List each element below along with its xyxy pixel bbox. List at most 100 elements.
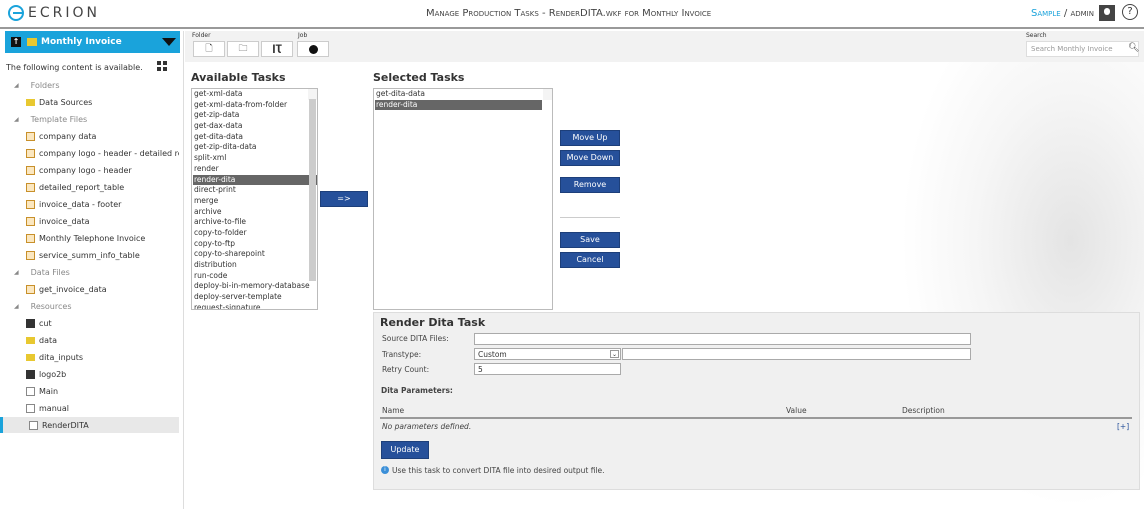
sidebar-item[interactable]: company logo - header (0, 162, 179, 178)
col-name: Name (382, 406, 405, 415)
save-button[interactable]: Save (560, 232, 620, 248)
sidebar-item[interactable]: Monthly Telephone Invoice (0, 230, 179, 246)
sidebar-item[interactable]: cut (0, 315, 179, 331)
task-option[interactable]: get-zip-data (193, 110, 317, 121)
collapse-icon[interactable]: ◢ (14, 82, 19, 89)
sidebar-item[interactable]: data (0, 332, 179, 348)
sidebar-item-label: logo2b (39, 369, 67, 379)
task-option[interactable]: distribution (193, 260, 317, 271)
update-button[interactable]: Update (381, 441, 429, 459)
sidebar-item-label: Monthly Telephone Invoice (39, 233, 146, 243)
add-param-link[interactable]: [+] (1117, 422, 1129, 431)
scrollbar[interactable] (543, 89, 552, 100)
task-option[interactable]: get-zip-dita-data (193, 142, 317, 153)
img-icon (26, 318, 35, 328)
sidebar-item-label: Main (39, 386, 59, 396)
sidebar-item[interactable]: invoice_data - footer (0, 196, 179, 212)
task-option[interactable]: deploy-bi-in-memory-database (193, 281, 317, 292)
task-option[interactable]: split-xml (193, 153, 317, 164)
play-icon (308, 44, 318, 54)
task-option[interactable]: copy-to-sharepoint (193, 249, 317, 260)
sidebar-item-label: Folders (30, 80, 60, 90)
run-job-button[interactable] (297, 41, 329, 57)
task-option[interactable]: request-signature (193, 303, 317, 309)
task-option[interactable]: copy-to-folder (193, 228, 317, 239)
sidebar-item[interactable]: dita_inputs (0, 349, 179, 365)
task-option[interactable]: get-dax-data (193, 121, 317, 132)
task-option[interactable]: render-dita (375, 99, 542, 111)
remove-button[interactable]: Remove (560, 177, 620, 193)
sidebar-item[interactable]: get_invoice_data (0, 281, 179, 297)
available-tasks-list[interactable]: get-xml-data get-xml-data-from-folder get-… (191, 88, 318, 310)
help-icon[interactable]: ? (1122, 4, 1138, 20)
sidebar-item-label: Template Files (30, 114, 88, 124)
sidebar: ↑ Monthly Invoice The following content i… (0, 31, 184, 509)
move-up-button[interactable]: Move Up (560, 130, 620, 146)
task-option[interactable]: run-code (193, 271, 317, 282)
chevron-down-icon[interactable]: ⌄ (610, 350, 619, 358)
task-option[interactable]: get-dita-data (375, 89, 542, 100)
logo-text: ECRION (28, 5, 100, 21)
sidebar-category[interactable]: ◢ Data Files (0, 264, 179, 280)
project-selector[interactable]: ↑ Monthly Invoice (5, 31, 180, 53)
sidebar-item[interactable]: company data (0, 128, 179, 144)
transtype-custom-input[interactable] (622, 348, 971, 360)
sidebar-item[interactable]: Data Sources (0, 94, 179, 110)
user-name[interactable]: admin (1070, 8, 1094, 19)
add-task-button[interactable]: => (320, 191, 368, 207)
sidebar-item[interactable]: company logo - header - detailed rep... (0, 145, 179, 161)
sidebar-category[interactable]: ◢ Resources (0, 298, 179, 314)
tmpl-icon (26, 182, 35, 192)
settings-button[interactable]: ǀƮ (261, 41, 293, 57)
ecrion-logo[interactable]: ECRION (8, 5, 100, 21)
task-option[interactable]: direct-print (193, 185, 317, 196)
transtype-value: Custom (478, 350, 507, 359)
task-option[interactable]: get-xml-data (193, 89, 317, 100)
transtype-select[interactable]: Custom ⌄ (474, 348, 621, 360)
sidebar-item[interactable]: service_summ_info_table (0, 247, 179, 263)
sidebar-item[interactable]: RenderDITA (0, 417, 179, 433)
sidebar-item[interactable]: manual (0, 400, 179, 416)
up-arrow-icon[interactable]: ↑ (11, 37, 21, 47)
task-option[interactable]: get-dita-data (193, 132, 317, 143)
scrollbar[interactable] (308, 89, 317, 281)
img-icon (26, 369, 35, 379)
sidebar-item[interactable]: detailed_report_table (0, 179, 179, 195)
task-option[interactable]: archive (193, 207, 317, 218)
user-org[interactable]: Sample (1031, 8, 1061, 19)
tmpl-icon (26, 216, 35, 226)
collapse-icon[interactable]: ◢ (14, 303, 19, 310)
tmpl-icon (26, 165, 35, 175)
task-option[interactable]: deploy-server-template (193, 292, 317, 303)
project-name: Monthly Invoice (41, 37, 122, 47)
sidebar-category[interactable]: ◢ Folders (0, 77, 179, 93)
grid-view-icon[interactable] (157, 61, 167, 71)
params-header-line (380, 417, 1132, 419)
sidebar-item[interactable]: invoice_data (0, 213, 179, 229)
sidebar-item[interactable]: logo2b (0, 366, 179, 382)
search-input[interactable]: Search Monthly Invoice (1026, 41, 1139, 57)
retry-count-input[interactable]: 5 (474, 363, 621, 375)
sidebar-category[interactable]: ◢ Template Files (0, 111, 179, 127)
collapse-icon[interactable]: ◢ (14, 269, 19, 276)
task-option[interactable]: merge (193, 196, 317, 207)
source-dita-input[interactable] (474, 333, 971, 345)
dropdown-icon[interactable] (162, 38, 176, 46)
sidebar-item-label: dita_inputs (39, 352, 84, 362)
cancel-button[interactable]: Cancel (560, 252, 620, 268)
task-option[interactable]: copy-to-ftp (193, 239, 317, 250)
sidebar-item[interactable]: Main (0, 383, 179, 399)
collapse-icon[interactable]: ◢ (14, 116, 19, 123)
task-option[interactable]: archive-to-file (193, 217, 317, 228)
tmpl-icon (26, 284, 35, 294)
selected-tasks-list[interactable]: get-dita-data render-dita (373, 88, 553, 310)
task-option[interactable]: render (193, 164, 317, 175)
task-option[interactable]: get-xml-data-from-folder (193, 100, 317, 111)
avatar-icon[interactable] (1099, 5, 1115, 21)
search-icon[interactable]: 🔍︎ (1128, 43, 1139, 53)
task-option[interactable]: render-dita (193, 174, 317, 186)
new-file-button[interactable]: 🗋 (193, 41, 225, 57)
user-info[interactable]: Sample / admin (1031, 8, 1094, 19)
move-down-button[interactable]: Move Down (560, 150, 620, 166)
new-folder-button[interactable]: 🗀 (227, 41, 259, 57)
